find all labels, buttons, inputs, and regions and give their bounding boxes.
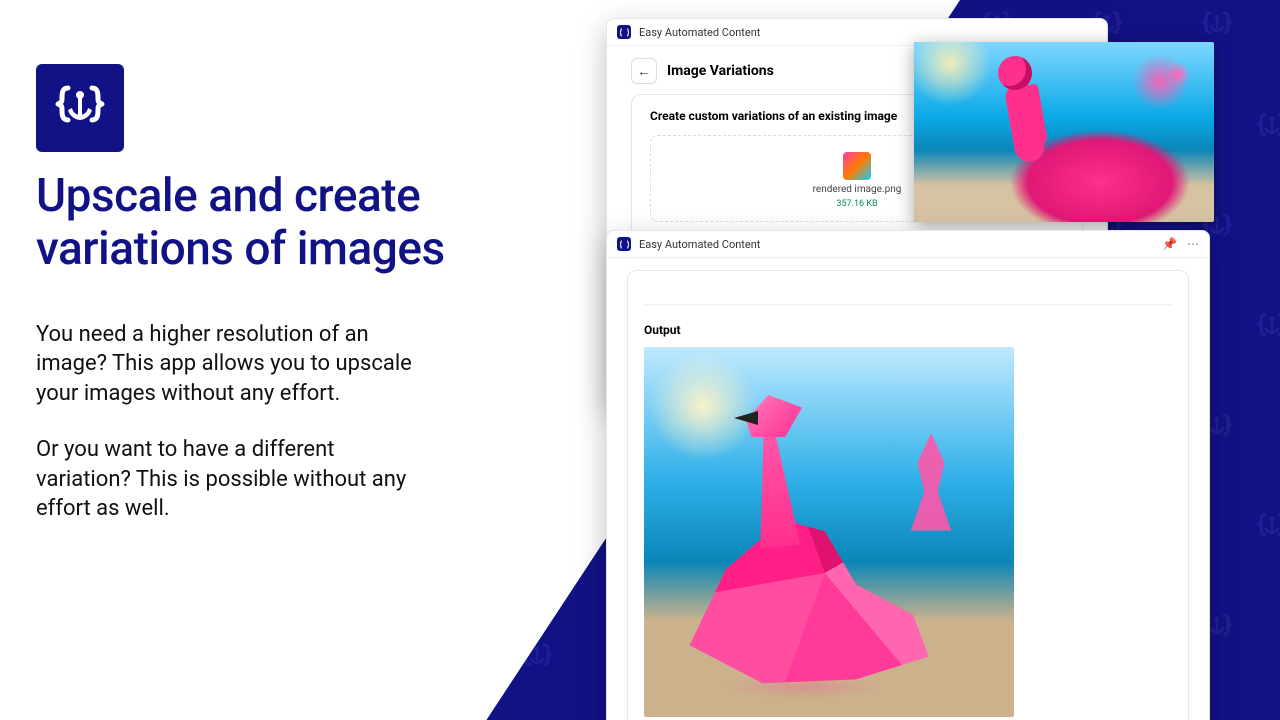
anchor-braces-icon — [52, 80, 108, 136]
output-panel: Output — [627, 270, 1189, 720]
sample-photo-flamingo — [914, 42, 1214, 222]
screenshot-output-window: Easy Automated Content 📌 ⋯ Output — [606, 230, 1210, 720]
pattern-anchor-icon — [1255, 510, 1280, 544]
file-size: 357.16 KB — [836, 199, 877, 209]
file-name: rendered image.png — [813, 184, 902, 195]
pattern-anchor-icon — [1255, 110, 1280, 144]
app-icon — [617, 25, 631, 39]
pattern-anchor-icon — [1255, 310, 1280, 344]
window-titlebar-2: Easy Automated Content 📌 ⋯ — [607, 231, 1209, 258]
paragraph-1: You need a higher resolution of an image… — [36, 320, 416, 409]
back-button[interactable]: ← — [631, 58, 657, 84]
app-icon — [617, 237, 631, 251]
pin-icon[interactable]: 📌 — [1162, 237, 1177, 251]
window-title: Easy Automated Content — [639, 26, 760, 39]
output-toolbar — [644, 281, 1172, 305]
output-label: Output — [644, 323, 1172, 337]
uploaded-thumbnail — [843, 152, 871, 180]
paragraph-2: Or you want to have a different variatio… — [36, 435, 416, 524]
output-image-origami-flamingo — [644, 347, 1014, 717]
page-title: Image Variations — [667, 63, 774, 79]
pattern-anchor-icon — [520, 640, 554, 674]
window-title-2: Easy Automated Content — [639, 238, 760, 251]
brand-logo — [36, 64, 124, 152]
headline: Upscale and create variations of images — [36, 170, 556, 276]
more-icon[interactable]: ⋯ — [1187, 237, 1199, 251]
